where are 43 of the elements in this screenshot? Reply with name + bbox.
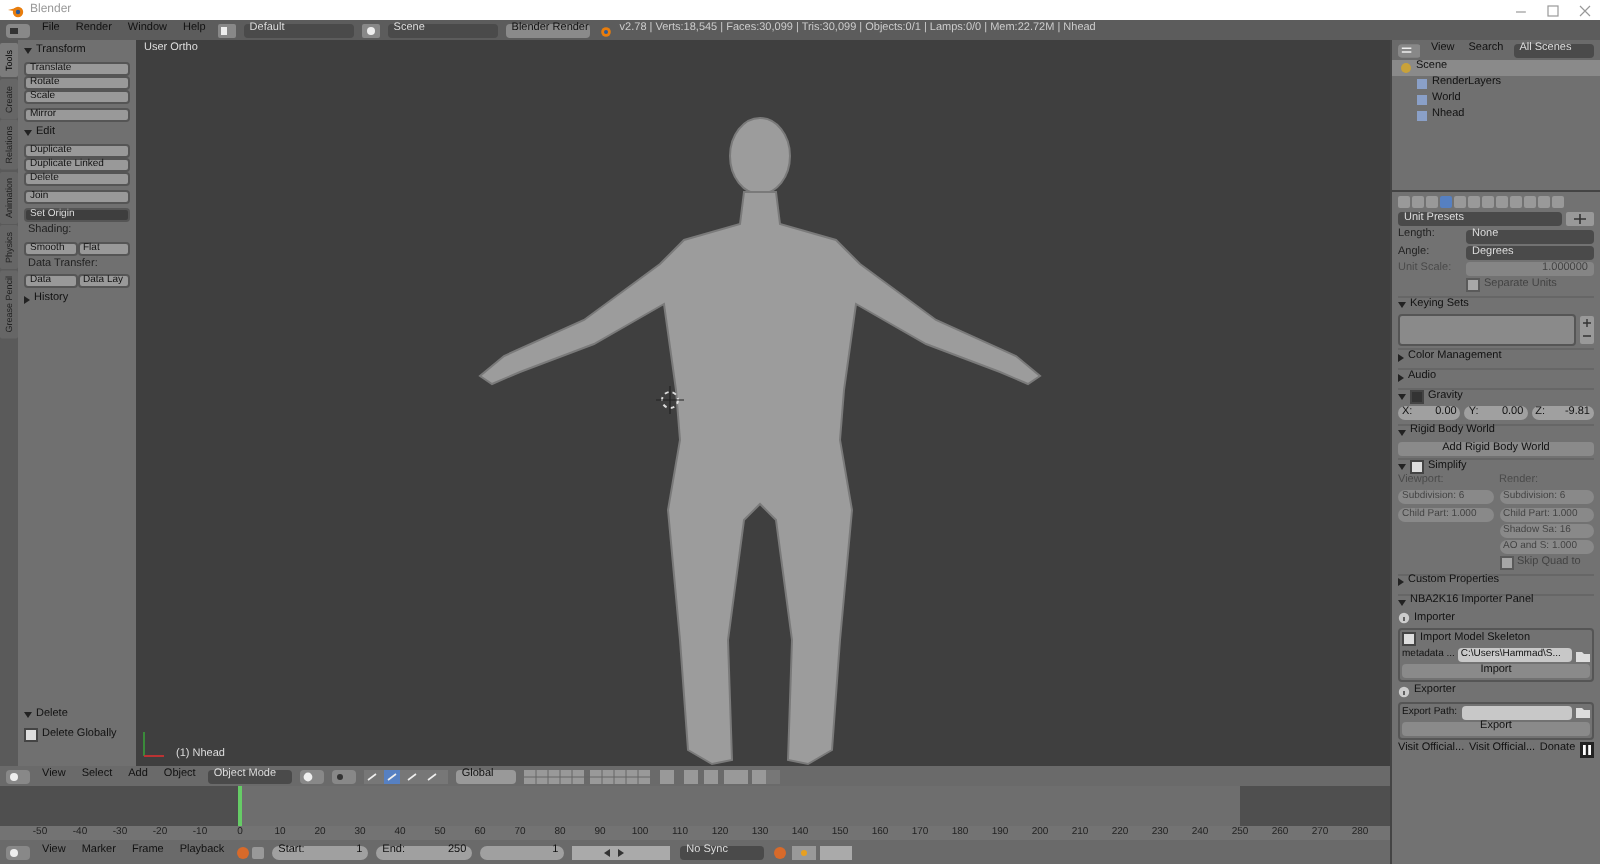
blender-logo-icon bbox=[597, 23, 612, 37]
editor-type-icon[interactable] bbox=[6, 23, 30, 37]
pivot-icon[interactable] bbox=[331, 769, 356, 783]
toolbar-icons[interactable] bbox=[659, 769, 780, 783]
info-icon bbox=[1398, 612, 1410, 625]
expand-triangle-icon[interactable] bbox=[24, 295, 30, 303]
editor-type-icon[interactable] bbox=[1398, 43, 1421, 57]
close-icon[interactable] bbox=[1578, 3, 1592, 17]
info-icon bbox=[1398, 685, 1410, 698]
manipulator-icons[interactable] bbox=[363, 769, 448, 783]
expand-triangle-icon[interactable] bbox=[24, 130, 32, 136]
expand-triangle-icon[interactable] bbox=[1398, 429, 1406, 436]
playback-controls-icon[interactable] bbox=[572, 845, 673, 859]
expand-triangle-icon[interactable] bbox=[1398, 373, 1404, 382]
add-remove-icon[interactable] bbox=[1580, 316, 1594, 345]
expand-triangle-icon[interactable] bbox=[1398, 599, 1406, 606]
expand-triangle-icon[interactable] bbox=[1398, 301, 1406, 308]
layer-grid-icon[interactable] bbox=[523, 769, 652, 783]
checkbox[interactable] bbox=[1410, 460, 1424, 475]
3d-cursor-icon bbox=[655, 385, 685, 415]
record-icon[interactable] bbox=[236, 845, 265, 859]
keying-icons[interactable] bbox=[772, 845, 853, 859]
shading-icon[interactable] bbox=[299, 769, 324, 783]
checkbox[interactable] bbox=[1499, 556, 1513, 571]
checkbox[interactable] bbox=[24, 728, 38, 742]
checkbox[interactable] bbox=[1402, 632, 1416, 647]
editor-type-icon[interactable] bbox=[6, 845, 30, 859]
export-path-field[interactable] bbox=[1461, 705, 1572, 720]
scene-icon bbox=[1400, 62, 1412, 74]
blender-logo-icon bbox=[8, 3, 24, 17]
add-preset-icon[interactable] bbox=[1566, 212, 1594, 227]
expand-triangle-icon[interactable] bbox=[1398, 578, 1404, 587]
editor-type-icon[interactable] bbox=[6, 769, 30, 783]
maximize-icon[interactable] bbox=[1546, 3, 1560, 17]
expand-triangle-icon[interactable] bbox=[1398, 353, 1404, 362]
expand-triangle-icon[interactable] bbox=[24, 48, 32, 54]
pause-icon[interactable] bbox=[1579, 742, 1594, 759]
keying-sets-list[interactable] bbox=[1398, 314, 1576, 347]
screen-layout-icon[interactable] bbox=[217, 23, 236, 37]
checkbox[interactable] bbox=[1410, 389, 1424, 404]
axis-gizmo-icon bbox=[143, 731, 165, 757]
expand-triangle-icon[interactable] bbox=[24, 712, 32, 718]
scene-icon[interactable] bbox=[361, 23, 380, 37]
